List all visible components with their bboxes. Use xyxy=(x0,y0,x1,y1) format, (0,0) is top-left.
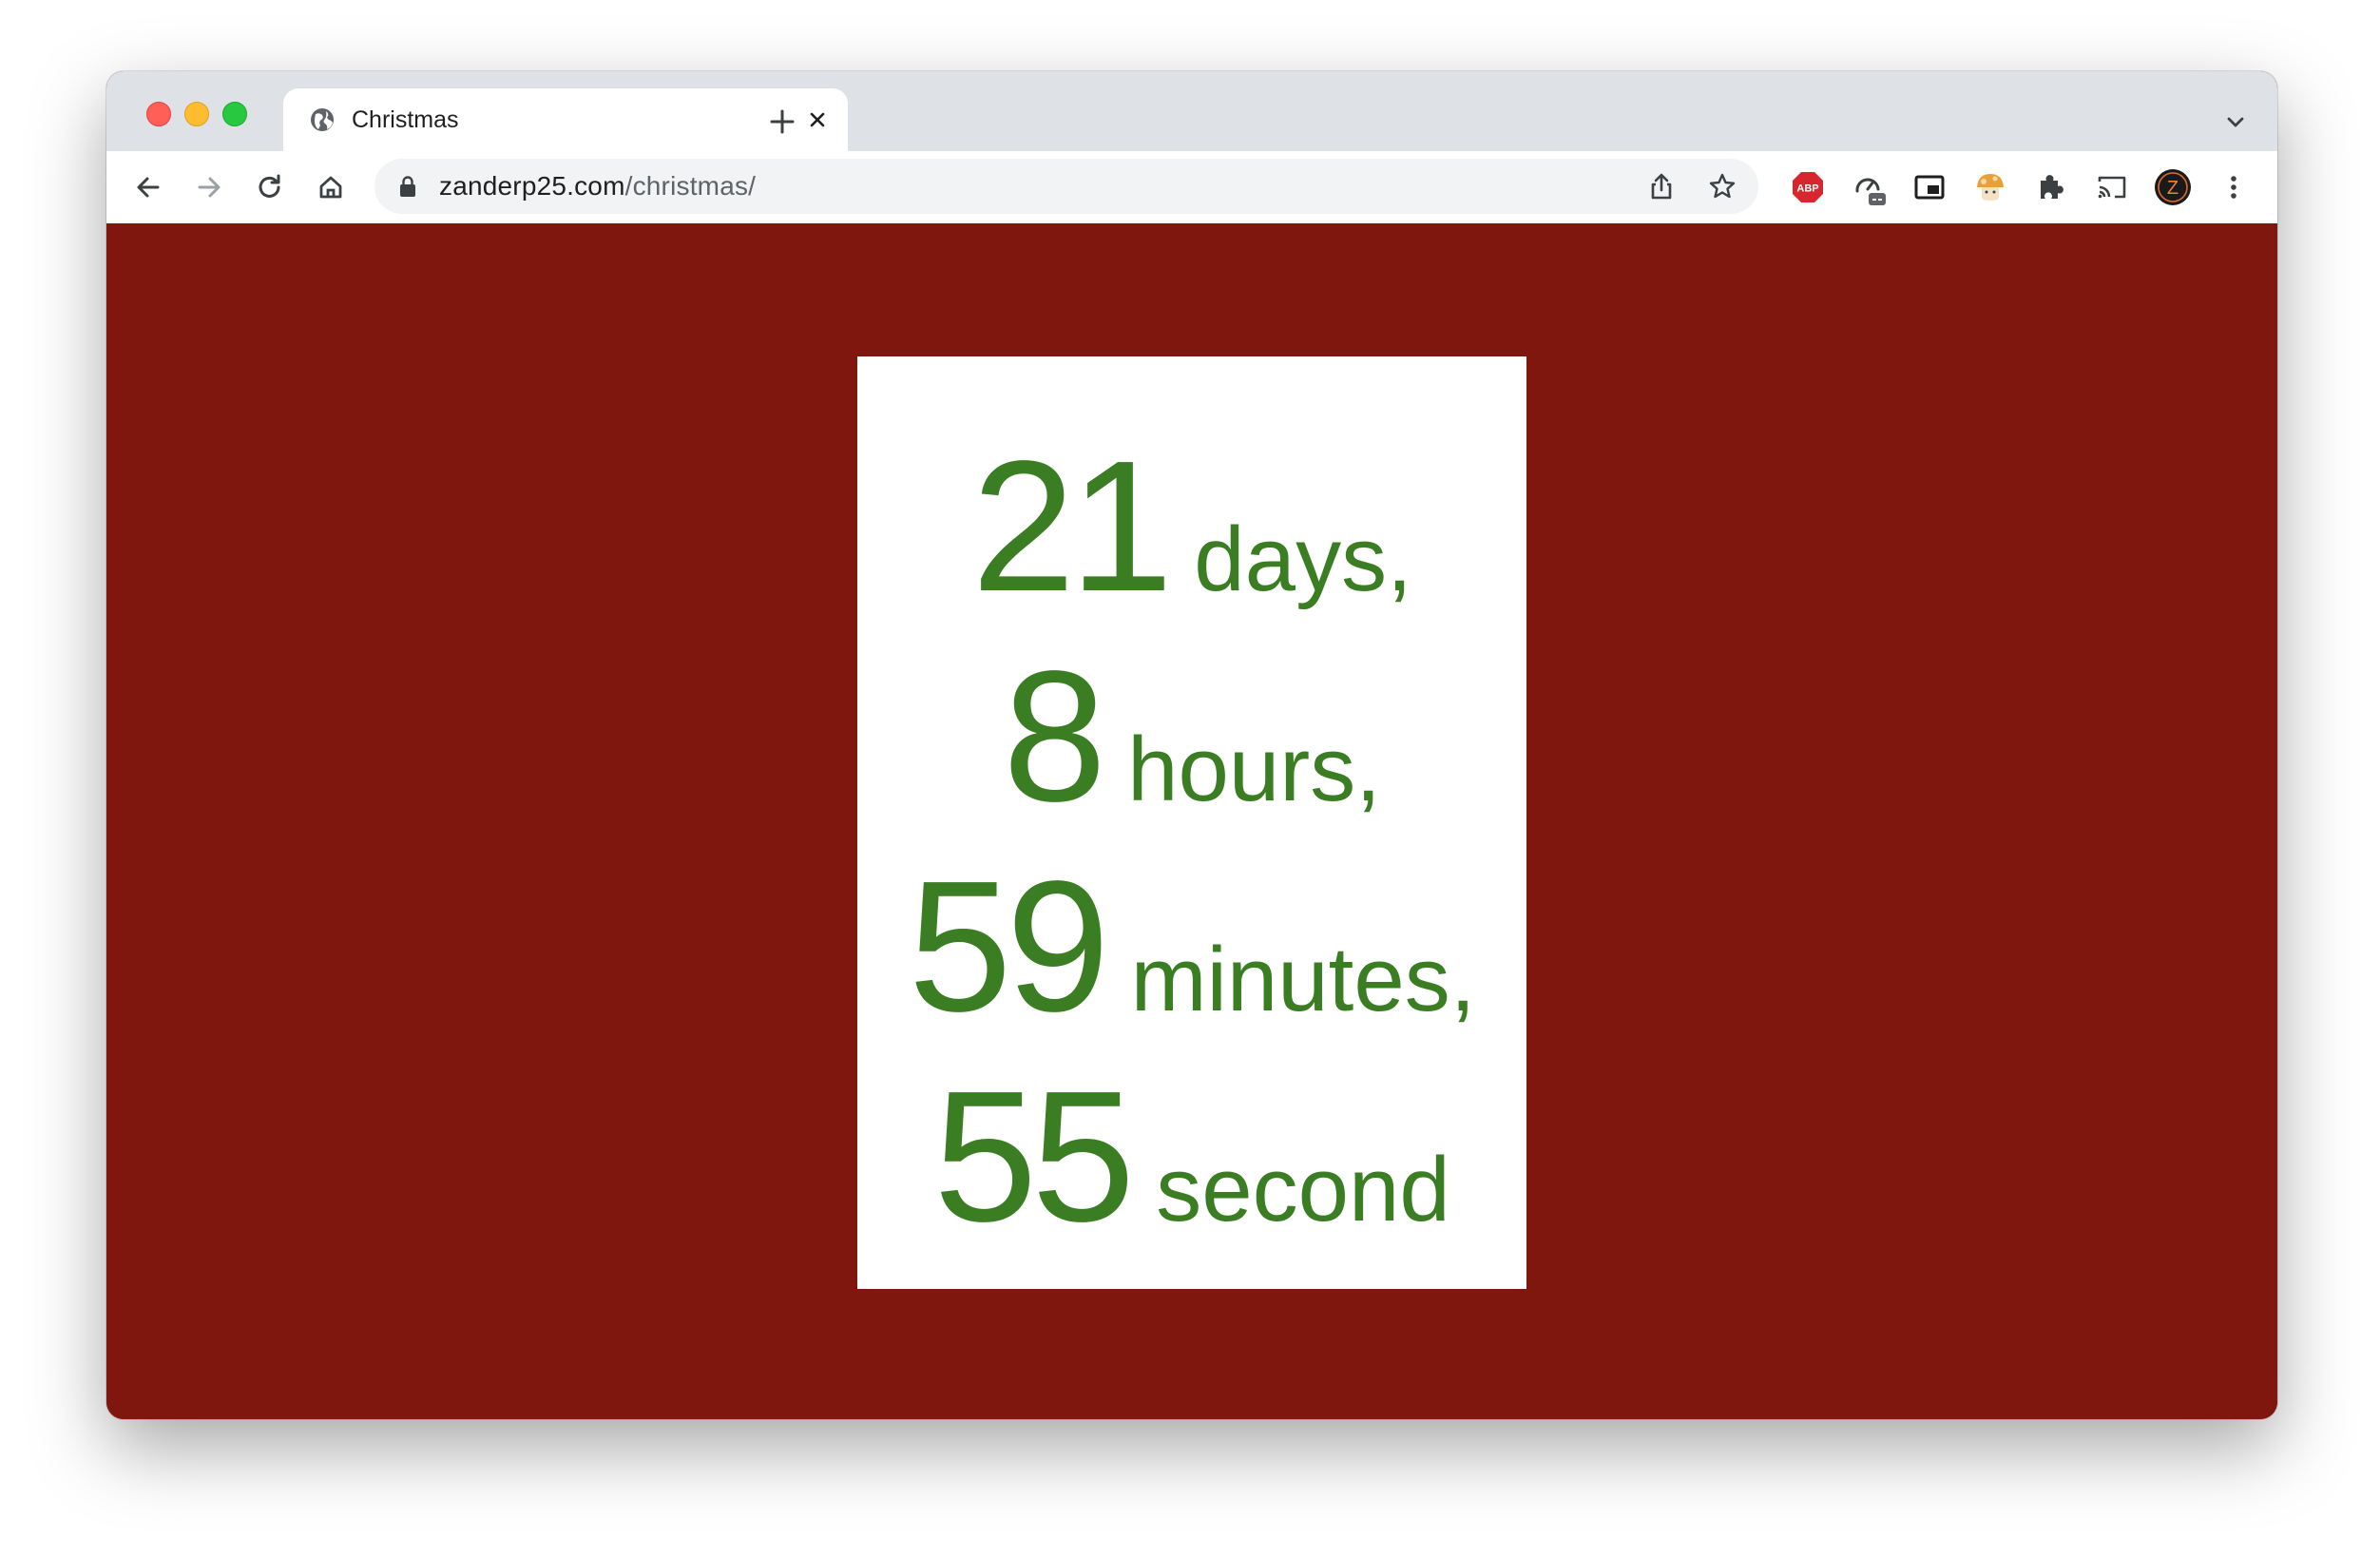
countdown-card: 21 days, 8 hours, 59 minutes, 55 second xyxy=(857,356,1526,1289)
abp-label: ABP xyxy=(1796,183,1818,195)
tab-strip: Christmas xyxy=(106,71,2277,151)
page-content: 21 days, 8 hours, 59 minutes, 55 second xyxy=(106,223,2277,1419)
maximize-window-button[interactable] xyxy=(222,102,247,126)
home-icon[interactable] xyxy=(312,168,350,206)
new-tab-icon[interactable] xyxy=(766,106,798,138)
browser-window: Christmas zanderp25.com/christmas/ ABP Z… xyxy=(106,71,2277,1419)
hours-unit: hours, xyxy=(1127,719,1381,820)
profile-avatar[interactable]: Z xyxy=(2154,168,2192,206)
minimize-window-button[interactable] xyxy=(184,102,209,126)
countdown-seconds: 55 second xyxy=(857,1049,1526,1263)
more-menu-icon[interactable] xyxy=(2215,168,2253,206)
url-path: /christmas/ xyxy=(624,171,757,201)
hours-value: 8 xyxy=(1003,632,1106,840)
close-window-button[interactable] xyxy=(146,102,171,126)
bookmark-star-icon[interactable] xyxy=(1707,171,1737,202)
countdown-days: 21 days, xyxy=(857,419,1526,633)
countdown-hours: 8 hours, xyxy=(857,629,1526,843)
back-arrow-icon[interactable] xyxy=(129,168,167,206)
browser-toolbar: zanderp25.com/christmas/ ABP Z xyxy=(106,151,2277,224)
mushroom-extension-icon[interactable] xyxy=(1971,168,2009,206)
countdown-minutes: 59 minutes, xyxy=(857,839,1526,1053)
chevron-down-icon[interactable] xyxy=(2222,109,2249,136)
address-bar[interactable]: zanderp25.com/christmas/ xyxy=(374,159,1758,214)
close-tab-icon[interactable] xyxy=(804,106,831,133)
days-value: 21 xyxy=(971,422,1173,630)
profile-initial: Z xyxy=(2167,178,2178,199)
adblock-plus-icon[interactable]: ABP xyxy=(1789,168,1827,206)
extensions-puzzle-icon[interactable] xyxy=(2032,168,2070,206)
globe-icon xyxy=(311,108,334,131)
seconds-unit: second xyxy=(1156,1139,1450,1240)
forward-arrow-icon[interactable] xyxy=(190,168,228,206)
reload-icon[interactable] xyxy=(251,168,289,206)
speedometer-extension-icon[interactable] xyxy=(1850,168,1888,206)
tab-title: Christmas xyxy=(352,106,459,133)
url-text[interactable]: zanderp25.com/christmas/ xyxy=(439,171,756,202)
url-host: zanderp25.com xyxy=(439,171,625,201)
cast-icon[interactable] xyxy=(2093,168,2131,206)
seconds-value: 55 xyxy=(933,1052,1135,1260)
minutes-value: 59 xyxy=(908,842,1110,1050)
days-unit: days, xyxy=(1194,509,1412,610)
lock-icon[interactable] xyxy=(397,175,418,198)
share-icon[interactable] xyxy=(1646,171,1677,202)
minutes-unit: minutes, xyxy=(1130,929,1476,1030)
tab-christmas[interactable]: Christmas xyxy=(283,88,848,151)
picture-in-picture-icon[interactable] xyxy=(1910,168,1948,206)
